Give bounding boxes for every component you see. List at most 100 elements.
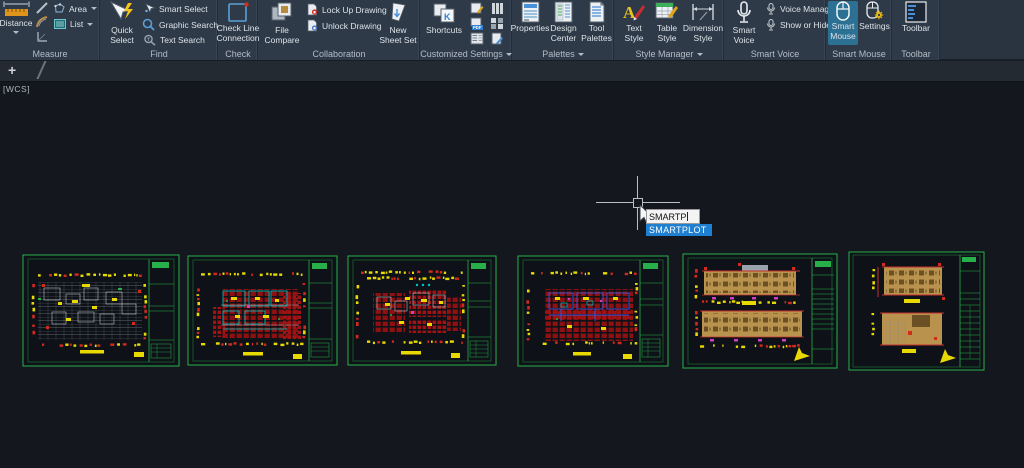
chevron-down-icon xyxy=(13,31,19,34)
quick-select-button[interactable]: Quick Select xyxy=(104,1,140,46)
graphic-search-button[interactable]: Graphic Search xyxy=(142,18,218,31)
palettes-group-label[interactable]: Palettes xyxy=(542,49,575,59)
smart-select-icon xyxy=(144,3,155,14)
list-icon xyxy=(54,19,66,29)
smart-voice-icon xyxy=(734,1,754,25)
drawing-sheet-5-elevations[interactable] xyxy=(682,253,838,369)
show-or-hide-label: Show or Hide xyxy=(780,20,831,30)
ribbon-group-check: Check Line Connection Check xyxy=(218,0,258,60)
toolbar-button[interactable]: Toolbar xyxy=(896,1,936,34)
file-compare-button[interactable]: File Compare xyxy=(262,1,302,46)
text-style-button[interactable]: A Text Style xyxy=(618,1,650,44)
drawing-sheet-6-elevations[interactable] xyxy=(848,251,985,371)
measure-angle-icon[interactable] xyxy=(36,31,48,43)
ribbon-group-measure: Distance Area List Measure xyxy=(0,0,100,60)
grid-squares-icon[interactable] xyxy=(490,17,504,30)
table-style-icon xyxy=(655,1,679,23)
distance-icon xyxy=(3,1,30,18)
application-window: Distance Area List Measure xyxy=(0,0,1024,468)
alias-list-icon[interactable] xyxy=(470,32,484,45)
lock-drawing-icon xyxy=(306,3,318,16)
smart-select-button[interactable]: Smart Select xyxy=(144,3,208,14)
smart-mouse-settings-button[interactable]: Settings xyxy=(859,1,890,32)
distance-label: Distance xyxy=(0,19,33,29)
drawing-sheet-3-floor-plan[interactable] xyxy=(347,255,497,366)
ribbon-group-collaboration: File Compare Lock Up Drawing Unlock Draw… xyxy=(258,0,420,60)
check-line-connection-button[interactable]: Check Line Connection xyxy=(219,1,257,44)
new-sheet-set-icon xyxy=(385,1,411,25)
command-input[interactable]: SMARTP xyxy=(646,209,700,224)
smart-mouse-group-label: Smart Mouse xyxy=(832,49,886,59)
style-manager-group-label[interactable]: Style Manager xyxy=(635,49,693,59)
new-tab-button[interactable]: + xyxy=(8,62,16,78)
drawing-canvas[interactable]: [WCS] SMARTP SMARTPLOT xyxy=(0,82,1024,468)
dimension-style-button[interactable]: Dimension Style xyxy=(684,1,722,44)
smart-mouse-icon xyxy=(835,1,851,21)
find-group-label: Find xyxy=(150,49,168,59)
smart-mouse-button[interactable]: Smart Mouse xyxy=(828,1,858,45)
design-center-icon xyxy=(553,1,574,23)
show-or-hide-button[interactable]: Show or Hide xyxy=(766,19,831,31)
chevron-down-icon xyxy=(578,53,584,56)
design-center-button[interactable]: Design Center xyxy=(547,1,580,44)
toolbar-group-label: Toolbar xyxy=(901,49,931,59)
mouse-settings-icon xyxy=(866,1,884,21)
graphic-search-icon xyxy=(142,18,155,31)
autocomplete-suggestion[interactable]: SMARTPLOT xyxy=(646,224,712,236)
new-sheet-set-label: New Sheet Set xyxy=(378,26,418,46)
toolbar-icon xyxy=(905,1,927,23)
unlock-drawing-icon xyxy=(306,19,318,32)
drawing-sheet-1-floor-plan[interactable] xyxy=(22,254,180,367)
shortcuts-label: Shortcuts xyxy=(426,26,462,36)
unlock-drawing-button[interactable]: Unlock Drawing xyxy=(306,19,382,32)
dimension-style-icon xyxy=(690,1,716,23)
voice-manager-icon xyxy=(766,3,776,15)
shortcuts-button[interactable]: K Shortcuts xyxy=(422,1,466,36)
alias-edit-icon[interactable] xyxy=(470,2,484,15)
settings-label: Settings xyxy=(859,22,890,32)
chevron-down-icon xyxy=(697,53,703,56)
table-style-label: Table Style xyxy=(651,24,683,44)
customized-settings-group-label[interactable]: Customized Settings xyxy=(420,49,503,59)
smart-select-label: Smart Select xyxy=(159,4,208,14)
list-button[interactable]: List xyxy=(54,19,93,29)
ribbon-group-palettes: Properties Design Center Tool Palettes xyxy=(512,0,614,60)
properties-label: Properties xyxy=(511,24,550,34)
drawing-sheet-2-floor-plan[interactable] xyxy=(187,255,338,366)
text-search-icon xyxy=(143,34,156,46)
check-line-connection-icon xyxy=(226,1,250,23)
tool-palettes-button[interactable]: Tool Palettes xyxy=(580,1,613,44)
chevron-down-icon xyxy=(506,53,512,56)
measure-arc-icon[interactable] xyxy=(36,16,48,28)
pdf-settings-icon[interactable]: PDF xyxy=(470,17,484,30)
text-style-icon: A xyxy=(622,1,646,23)
distance-button[interactable]: Distance xyxy=(0,1,32,34)
ribbon: Distance Area List Measure xyxy=(0,0,1024,60)
toolbar-label: Toolbar xyxy=(902,24,930,34)
unlock-drawing-label: Unlock Drawing xyxy=(322,21,382,31)
columns-icon[interactable] xyxy=(490,2,504,15)
svg-text:PDF: PDF xyxy=(473,25,482,30)
tab-edge-decoration xyxy=(34,61,48,79)
autocomplete-text: SMARTPLOT xyxy=(649,225,707,235)
ribbon-group-toolbar: Toolbar Toolbar xyxy=(892,0,940,60)
smart-voice-button[interactable]: Smart Voice xyxy=(726,1,762,46)
new-sheet-set-button[interactable]: New Sheet Set xyxy=(378,1,418,46)
table-style-button[interactable]: Table Style xyxy=(651,1,683,44)
drawing-sheet-4-floor-plan[interactable] xyxy=(517,255,669,367)
measure-length-icon[interactable] xyxy=(36,2,48,14)
ucs-label: [WCS] xyxy=(3,84,30,94)
area-button[interactable]: Area xyxy=(54,3,97,14)
check-line-connection-label: Check Line Connection xyxy=(217,24,260,44)
graphic-search-label: Graphic Search xyxy=(159,20,218,30)
tool-palettes-icon xyxy=(586,1,607,23)
text-search-button[interactable]: Text Search xyxy=(143,34,205,46)
show-or-hide-icon xyxy=(766,19,776,31)
ribbon-group-style-manager: A Text Style Table Style xyxy=(614,0,724,60)
area-label: Area xyxy=(69,4,87,14)
page-edit-icon[interactable] xyxy=(490,32,504,45)
lock-up-drawing-button[interactable]: Lock Up Drawing xyxy=(306,3,387,16)
smart-voice-label: Smart Voice xyxy=(726,26,762,46)
properties-button[interactable]: Properties xyxy=(513,1,547,34)
quick-select-icon xyxy=(108,1,136,25)
